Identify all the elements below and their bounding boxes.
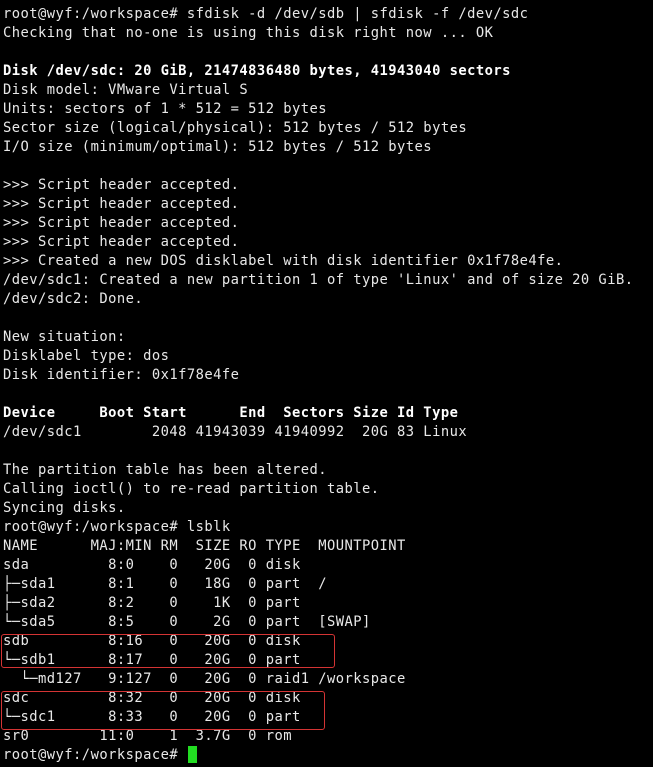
lsblk-row-sr0: sr0 11:0 1 3.7G 0 rom: [3, 727, 653, 746]
output-line: Disk model: VMware Virtual S: [3, 81, 653, 100]
output-line: Calling ioctl() to re-read partition tab…: [3, 480, 653, 499]
output-line-text: /dev/sdc2: Done.: [3, 291, 144, 307]
output-line-text: Syncing disks.: [3, 500, 126, 516]
lsblk-row-md127-text: └─md127 9:127 0 20G 0 raid1 /workspace: [3, 671, 406, 687]
command-lsblk: root@wyf:/workspace# lsblk: [3, 518, 653, 537]
output-line: >>> Script header accepted.: [3, 176, 653, 195]
output-line-text: Calling ioctl() to re-read partition tab…: [3, 481, 380, 497]
output-line: Disk identifier: 0x1f78e4fe: [3, 366, 653, 385]
output-line: >>> Script header accepted.: [3, 195, 653, 214]
lsblk-header: NAME MAJ:MIN RM SIZE RO TYPE MOUNTPOINT: [3, 537, 653, 556]
disk-summary: Disk /dev/sdc: 20 GiB, 21474836480 bytes…: [3, 62, 653, 81]
output-line: Sector size (logical/physical): 512 byte…: [3, 119, 653, 138]
output-line: I/O size (minimum/optimal): 512 bytes / …: [3, 138, 653, 157]
disk-summary-text: Disk /dev/sdc: 20 GiB, 21474836480 bytes…: [3, 63, 511, 79]
output-line: >>> Created a new DOS disklabel with dis…: [3, 252, 653, 271]
lsblk-row-sdc1: └─sdc1 8:33 0 20G 0 part: [3, 708, 653, 727]
output-line-text: Disklabel type: dos: [3, 348, 170, 364]
shell-prompt-text: root@wyf:/workspace#: [3, 747, 187, 763]
lsblk-row-sda1-text: ├─sda1 8:1 0 18G 0 part /: [3, 576, 327, 592]
lsblk-row-sr0-text: sr0 11:0 1 3.7G 0 rom: [3, 728, 292, 744]
lsblk-row-sda: sda 8:0 0 20G 0 disk: [3, 556, 653, 575]
output-line: /dev/sdc1: Created a new partition 1 of …: [3, 271, 653, 290]
terminal-cursor[interactable]: [187, 746, 197, 763]
partition-table-header-text: Device Boot Start End Sectors Size Id Ty…: [3, 405, 459, 421]
lsblk-row-sda-text: sda 8:0 0 20G 0 disk: [3, 557, 301, 573]
output-line-text: >>> Created a new DOS disklabel with dis…: [3, 253, 564, 269]
output-line-text: /dev/sdc1: Created a new partition 1 of …: [3, 272, 634, 288]
output-line-text: >>> Script header accepted.: [3, 234, 240, 250]
partition-table-row: /dev/sdc1 2048 41943039 41940992 20G 83 …: [3, 423, 653, 442]
lsblk-row-sdc-text: sdc 8:32 0 20G 0 disk: [3, 690, 301, 706]
lsblk-row-sdb-text: sdb 8:16 0 20G 0 disk: [3, 633, 301, 649]
output-line-text: I/O size (minimum/optimal): 512 bytes / …: [3, 139, 433, 155]
output-line-text: Disk model: VMware Virtual S: [3, 82, 249, 98]
output-line: New situation:: [3, 328, 653, 347]
lsblk-row-sda2-text: ├─sda2 8:2 0 1K 0 part: [3, 595, 301, 611]
output-line-text: Checking that no-one is using this disk …: [3, 25, 494, 41]
command-lsblk-text: root@wyf:/workspace# lsblk: [3, 519, 231, 535]
output-line: >>> Script header accepted.: [3, 233, 653, 252]
command-sfdisk: root@wyf:/workspace# sfdisk -d /dev/sdb …: [3, 5, 653, 24]
partition-table-row-text: /dev/sdc1 2048 41943039 41940992 20G 83 …: [3, 424, 468, 440]
output-line: The partition table has been altered.: [3, 461, 653, 480]
output-line-text: Units: sectors of 1 * 512 = 512 bytes: [3, 101, 327, 117]
lsblk-row-sdb1-text: └─sdb1 8:17 0 20G 0 part: [3, 652, 301, 668]
output-line-text: >>> Script header accepted.: [3, 215, 240, 231]
output-line: Units: sectors of 1 * 512 = 512 bytes: [3, 100, 653, 119]
output-line-text: Sector size (logical/physical): 512 byte…: [3, 120, 468, 136]
partition-table-header: Device Boot Start End Sectors Size Id Ty…: [3, 404, 653, 423]
lsblk-row-sdc1-text: └─sdc1 8:33 0 20G 0 part: [3, 709, 301, 725]
shell-prompt: root@wyf:/workspace#: [3, 746, 653, 765]
output-line: /dev/sdc2: Done.: [3, 290, 653, 309]
lsblk-row-sda5: └─sda5 8:5 0 2G 0 part [SWAP]: [3, 613, 653, 632]
output-line: Checking that no-one is using this disk …: [3, 24, 653, 43]
lsblk-row-sda2: ├─sda2 8:2 0 1K 0 part: [3, 594, 653, 613]
lsblk-header-text: NAME MAJ:MIN RM SIZE RO TYPE MOUNTPOINT: [3, 538, 406, 554]
lsblk-row-md127: └─md127 9:127 0 20G 0 raid1 /workspace: [3, 670, 653, 689]
lsblk-row-sda5-text: └─sda5 8:5 0 2G 0 part [SWAP]: [3, 614, 371, 630]
terminal-output[interactable]: root@wyf:/workspace# sfdisk -d /dev/sdb …: [3, 5, 653, 767]
output-line-text: The partition table has been altered.: [3, 462, 327, 478]
lsblk-row-sdc: sdc 8:32 0 20G 0 disk: [3, 689, 653, 708]
lsblk-row-sda1: ├─sda1 8:1 0 18G 0 part /: [3, 575, 653, 594]
lsblk-row-sdb1: └─sdb1 8:17 0 20G 0 part: [3, 651, 653, 670]
output-line-text: >>> Script header accepted.: [3, 196, 240, 212]
output-line: Syncing disks.: [3, 499, 653, 518]
output-line-text: New situation:: [3, 329, 126, 345]
output-line: >>> Script header accepted.: [3, 214, 653, 233]
command-sfdisk-text: root@wyf:/workspace# sfdisk -d /dev/sdb …: [3, 6, 529, 22]
output-line-text: >>> Script header accepted.: [3, 177, 240, 193]
output-line-text: Disk identifier: 0x1f78e4fe: [3, 367, 240, 383]
lsblk-row-sdb: sdb 8:16 0 20G 0 disk: [3, 632, 653, 651]
output-line: Disklabel type: dos: [3, 347, 653, 366]
